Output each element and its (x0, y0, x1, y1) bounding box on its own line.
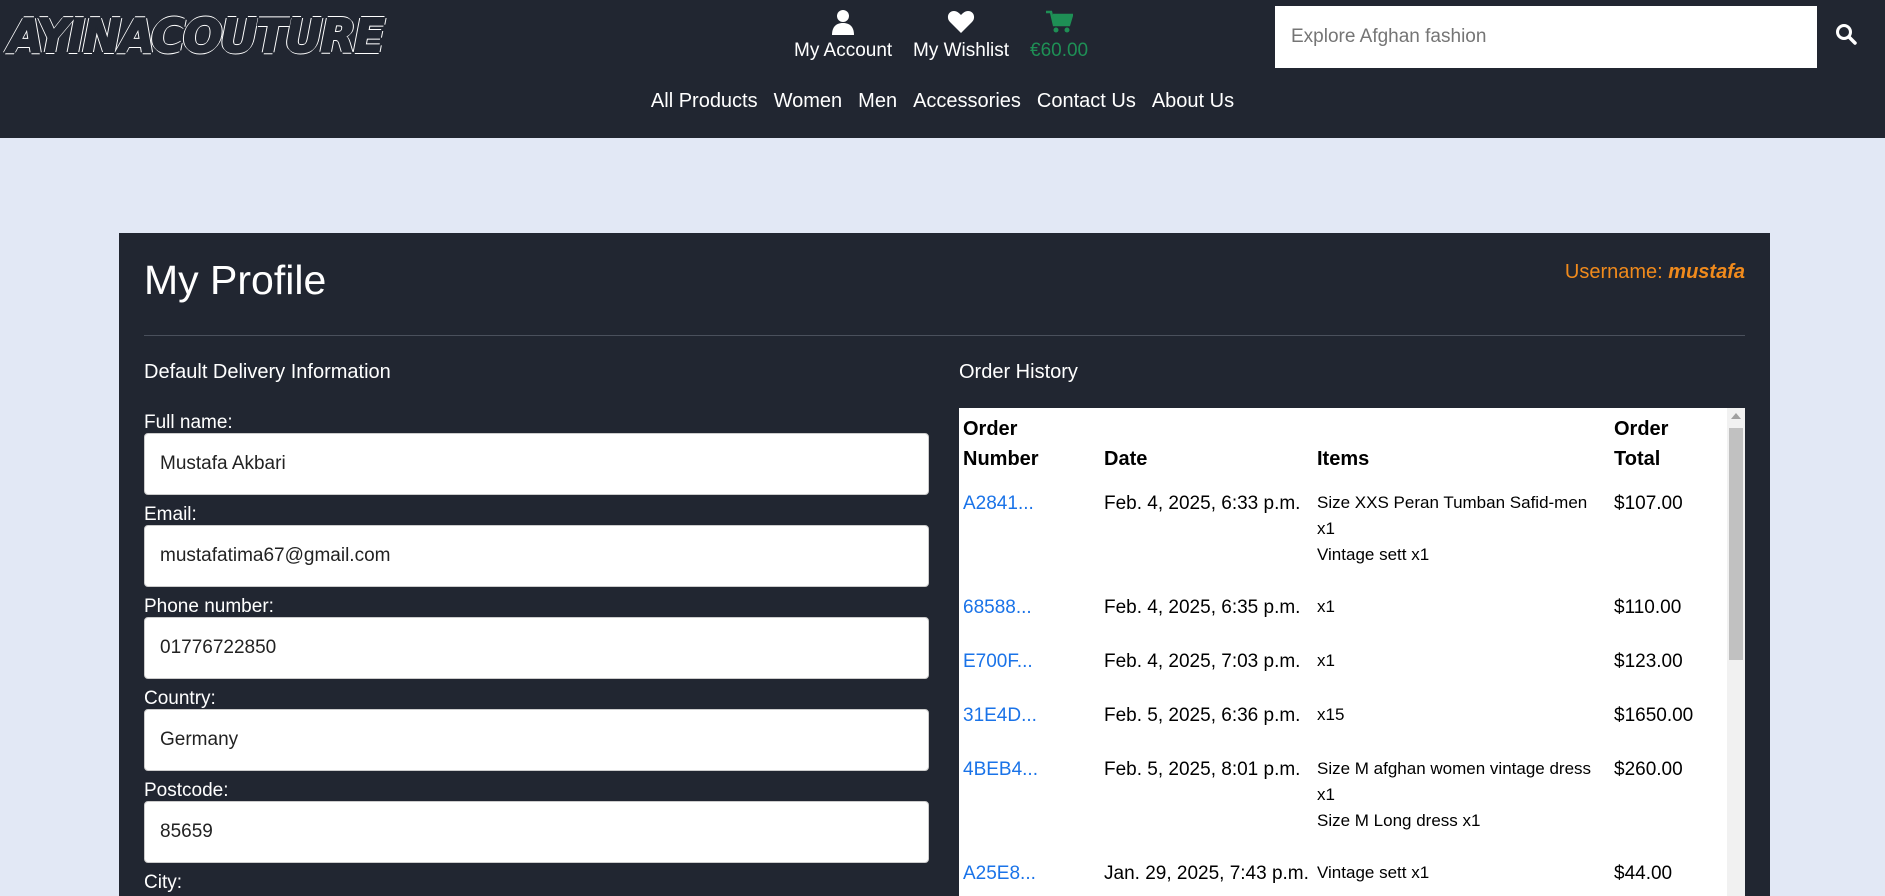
menu-about-us[interactable]: About Us (1152, 90, 1234, 113)
order-date: Feb. 5, 2025, 6:36 p.m. (1104, 705, 1301, 726)
phone-field[interactable]: 01776722850 (144, 617, 929, 679)
order-number-link[interactable]: 31E4D... (963, 705, 1037, 726)
order-date: Feb. 4, 2025, 6:35 p.m. (1104, 597, 1301, 618)
column-header: Order Total (1614, 418, 1669, 470)
order-number-link[interactable]: E700F... (963, 651, 1033, 672)
table-row: A25E8... Jan. 29, 2025, 7:43 p.m. Vintage … (959, 852, 1723, 896)
country-label: Country: (144, 688, 216, 709)
postcode-label: Postcode: (144, 780, 229, 801)
table-row: E700F... Feb. 4, 2025, 7:03 p.m. x1 $123.00 (959, 640, 1723, 694)
my-account-label: My Account (794, 40, 893, 61)
order-items: Size XXS Peran Tumban Safid-men x1 Vintag… (1313, 482, 1610, 586)
email-label: Email: (144, 504, 197, 525)
menu-contact-us[interactable]: Contact Us (1037, 90, 1136, 113)
search-icon (1836, 24, 1857, 45)
order-number-cell: A25E8... (959, 852, 1100, 896)
order-item: x1 (1317, 651, 1335, 670)
table-header-row: Order Number Date Items Order Total (959, 408, 1723, 482)
delivery-form: Full name: Mustafa Akbari Email: mustafa… (144, 411, 929, 895)
order-item: x15 (1317, 705, 1345, 724)
page-title: My Profile (144, 257, 327, 303)
menu-accessories[interactable]: Accessories (913, 90, 1021, 113)
order-number-cell: 68588... (959, 586, 1100, 640)
username-label: Username: (1564, 261, 1663, 283)
site-logo[interactable]: AYINACOUTURE (7, 4, 386, 68)
postcode-field[interactable]: 85659 (144, 801, 929, 863)
table-row: A2841... Feb. 4, 2025, 6:33 p.m. Size XXS … (959, 482, 1723, 586)
order-total: $107.00 (1614, 493, 1683, 514)
order-date: Feb. 4, 2025, 7:03 p.m. (1104, 651, 1301, 672)
order-number-link[interactable]: A25E8... (963, 863, 1036, 884)
heart-icon (913, 8, 1009, 36)
order-total: $123.00 (1614, 651, 1683, 672)
order-number-link[interactable]: A2841... (963, 493, 1034, 514)
menu-women[interactable]: Women (774, 90, 843, 113)
table-row: 4BEB4... Feb. 5, 2025, 8:01 p.m. Size M af… (959, 748, 1723, 852)
order-number-link[interactable]: 68588... (963, 597, 1032, 618)
my-wishlist-label: My Wishlist (913, 40, 1010, 61)
order-number-cell: E700F... (959, 640, 1100, 694)
scroll-up-icon[interactable] (1731, 413, 1741, 419)
full-name-field[interactable]: Mustafa Akbari (144, 433, 929, 495)
menu-all-products[interactable]: All Products (651, 90, 758, 113)
order-items: x1 (1313, 640, 1610, 694)
order-total: $110.00 (1614, 597, 1682, 618)
order-item: Vintage sett x1 (1317, 545, 1430, 564)
search-input[interactable] (1275, 6, 1817, 68)
order-items: Size M afghan women vintage dress x1 Size… (1313, 748, 1610, 852)
cart-icon (1030, 8, 1088, 36)
my-account-link[interactable]: My Account (794, 8, 892, 62)
user-icon (794, 8, 892, 36)
order-item: Size M afghan women vintage dress x1 (1317, 759, 1592, 804)
column-header: Order Number (963, 418, 1039, 470)
order-number-cell: 4BEB4... (959, 748, 1100, 852)
order-number-cell: A2841... (959, 482, 1100, 586)
order-items: x15 (1313, 694, 1610, 748)
order-date: Feb. 4, 2025, 6:33 p.m. (1104, 493, 1301, 514)
username-display: Username: mustafa (1565, 261, 1745, 284)
divider (144, 335, 1745, 336)
username-value: mustafa (1668, 261, 1745, 283)
delivery-info-title: Default Delivery Information (144, 361, 391, 383)
profile-card: My Profile Username: mustafa Default Del… (119, 233, 1770, 896)
order-item: x1 (1317, 597, 1335, 616)
column-header: Items (1317, 448, 1370, 470)
order-date: Feb. 5, 2025, 8:01 p.m. (1104, 759, 1301, 780)
full-name-label: Full name: (144, 412, 233, 433)
cart-link[interactable]: €60.00 (1030, 8, 1088, 62)
order-total: $260.00 (1614, 759, 1683, 780)
order-history-table[interactable]: Order Number Date Items Order Total A284… (959, 408, 1745, 896)
order-total: $44.00 (1614, 863, 1673, 884)
order-item: Vintage sett x1 (1317, 863, 1430, 882)
search-button[interactable] (1830, 18, 1862, 50)
main-menu: All Products Women Men Accessories Contact U… (0, 90, 1885, 113)
site-header: AYINACOUTURE My Account My Wishlist €60.… (0, 0, 1885, 138)
table-row: 68588... Feb. 4, 2025, 6:35 p.m. x1 $110.00 (959, 586, 1723, 640)
column-header: Date (1104, 448, 1148, 470)
my-wishlist-link[interactable]: My Wishlist (913, 8, 1009, 62)
order-number-cell: 31E4D... (959, 694, 1100, 748)
cart-total: €60.00 (1030, 40, 1089, 61)
order-items: x1 (1313, 586, 1610, 640)
order-total: $1650.00 (1614, 705, 1694, 726)
country-field[interactable]: Germany (144, 709, 929, 771)
city-label: City: (144, 872, 182, 893)
phone-label: Phone number: (144, 596, 274, 617)
scrollbar-thumb[interactable] (1729, 428, 1743, 660)
email-field[interactable]: mustafatima67@gmail.com (144, 525, 929, 587)
order-item: Size XXS Peran Tumban Safid-men x1 (1317, 493, 1588, 538)
menu-men[interactable]: Men (858, 90, 897, 113)
table-row: 31E4D... Feb. 5, 2025, 6:36 p.m. x15 $1650.… (959, 694, 1723, 748)
order-history-title: Order History (959, 361, 1078, 383)
scrollbar[interactable] (1727, 408, 1745, 896)
order-items: Vintage sett x1 (1313, 852, 1610, 896)
order-date: Jan. 29, 2025, 7:43 p.m. (1104, 863, 1309, 884)
order-item: Size M Long dress x1 (1317, 811, 1481, 830)
order-number-link[interactable]: 4BEB4... (963, 759, 1038, 780)
